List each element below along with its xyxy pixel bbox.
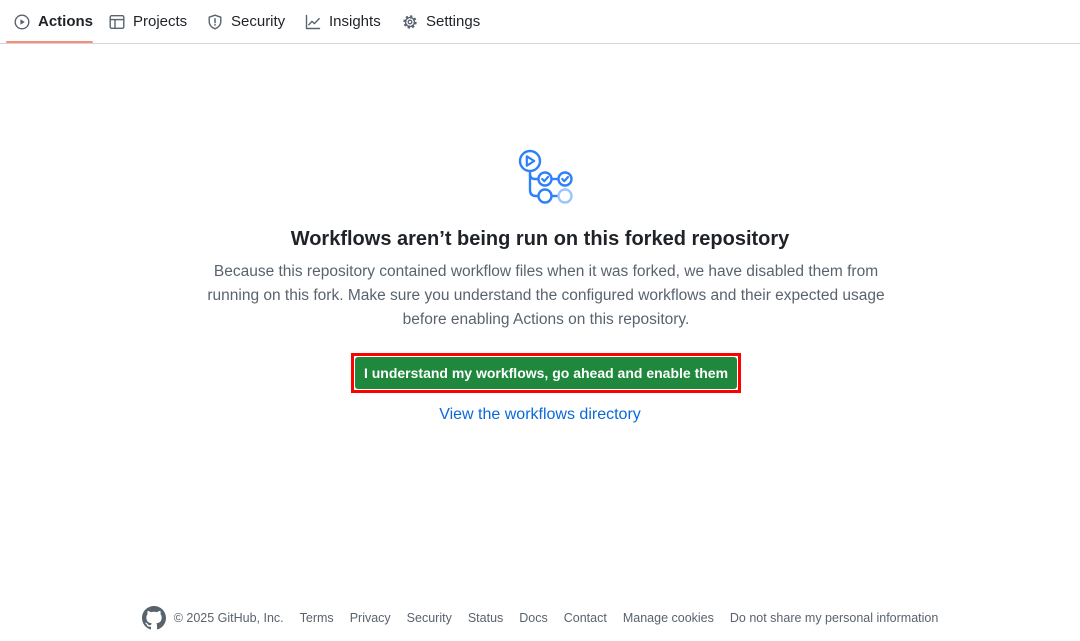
- workflows-directory-link-row: View the workflows directory: [0, 406, 1080, 424]
- enable-workflows-button-label[interactable]: I understand my workflows, go ahead and …: [355, 357, 737, 389]
- gear-icon: [403, 14, 417, 29]
- blankslate-description: Because this repository contained workfl…: [207, 263, 885, 328]
- repo-nav: Actions Projects Security Insights Setti…: [0, 0, 1080, 44]
- enable-workflows-button[interactable]: I understand my workflows, go ahead and …: [351, 353, 741, 393]
- blankslate: [0, 44, 1080, 641]
- tab-insights[interactable]: Insights: [305, 0, 381, 43]
- active-tab-underline: [6, 41, 93, 43]
- tab-label: Security: [231, 13, 286, 30]
- tab-label: Actions: [38, 13, 94, 30]
- graph-icon: [305, 14, 321, 29]
- footer-link-privacy[interactable]: Privacy: [350, 611, 391, 625]
- footer-link-contact[interactable]: Contact: [564, 611, 607, 625]
- shield-icon: [208, 14, 222, 29]
- footer-link-status[interactable]: Status: [468, 611, 503, 625]
- footer: © 2025 GitHub, Inc. Terms Privacy Securi…: [0, 604, 1080, 632]
- footer-link-do-not-share[interactable]: Do not share my personal information: [730, 611, 938, 625]
- tab-projects[interactable]: Projects: [109, 0, 187, 43]
- table-icon: [109, 14, 125, 29]
- footer-link-manage-cookies[interactable]: Manage cookies: [623, 611, 714, 625]
- tab-settings[interactable]: Settings: [402, 0, 480, 43]
- footer-link-security[interactable]: Security: [407, 611, 452, 625]
- view-workflows-directory-link[interactable]: View the workflows directory: [439, 406, 641, 423]
- tab-security[interactable]: Security: [207, 0, 285, 43]
- github-logo-icon[interactable]: [141, 606, 166, 630]
- tab-label: Settings: [426, 13, 481, 30]
- play-icon: [14, 13, 30, 30]
- footer-link-terms[interactable]: Terms: [300, 611, 334, 625]
- workflow-icon: [518, 149, 573, 204]
- tab-label: Insights: [329, 13, 381, 30]
- blankslate-title: Workflows aren’t being run on this forke…: [290, 228, 790, 250]
- tab-label: Projects: [133, 13, 188, 30]
- tab-actions[interactable]: Actions: [14, 0, 93, 43]
- footer-copyright: © 2025 GitHub, Inc.: [173, 611, 284, 625]
- footer-link-docs[interactable]: Docs: [519, 611, 547, 625]
